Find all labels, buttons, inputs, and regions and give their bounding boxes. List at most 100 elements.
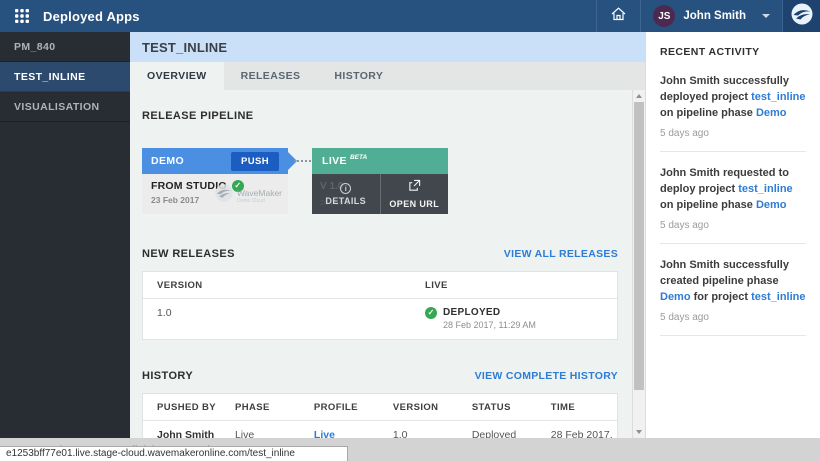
success-check-icon: ✓	[425, 307, 437, 319]
activity-timestamp: 5 days ago	[660, 220, 806, 231]
page-title: TEST_INLINE	[142, 40, 227, 55]
live-card-body: V 1.0 28 Feb 2 i DETAILS OPEN URL	[312, 174, 448, 214]
live-phase-name: LIVE	[322, 155, 347, 167]
watermark-text: WaveMaker Demo Cloud	[237, 188, 282, 204]
user-menu[interactable]: JS John Smith	[640, 0, 782, 32]
scrollbar-down-arrow[interactable]	[633, 426, 645, 438]
history-status: Deployed	[459, 429, 538, 438]
tab-releases[interactable]: RELEASES	[224, 62, 318, 90]
history-profile-link[interactable]: Live	[314, 429, 335, 438]
project-link[interactable]: test_inline	[738, 183, 792, 195]
column-profile: PROFILE	[301, 402, 380, 413]
watermark-brand: WaveMaker	[237, 188, 282, 198]
sidebar-item-test-inline[interactable]: TEST_INLINE	[0, 62, 130, 92]
activity-text-part: for project	[691, 291, 752, 303]
user-name: John Smith	[683, 10, 746, 22]
home-button[interactable]	[596, 0, 640, 32]
activity-text-part: on pipeline phase	[660, 107, 756, 119]
history-title: HISTORY	[142, 370, 193, 382]
project-link[interactable]: test_inline	[751, 91, 805, 103]
scrollbar-up-arrow[interactable]	[633, 90, 645, 102]
overview-panel: RELEASE PIPELINE DEMO PUSH FROM STUDIO ✓…	[130, 90, 632, 438]
column-time: TIME	[538, 402, 617, 413]
watermark-brand-sub: Demo Cloud	[237, 198, 282, 204]
list-item: John Smith successfully created pipeline…	[660, 244, 806, 336]
deployed-label: DEPLOYED	[443, 307, 536, 318]
list-item: John Smith requested to deploy project t…	[660, 152, 806, 244]
avatar: JS	[653, 5, 675, 27]
release-version: 1.0	[143, 307, 425, 319]
history-pushed-by: John Smith	[143, 429, 222, 438]
activity-text: John Smith successfully deployed project…	[660, 73, 806, 121]
column-pushed-by: PUSHED BY	[143, 402, 222, 413]
column-version: VERSION	[380, 402, 459, 413]
history-phase: Live	[222, 429, 301, 438]
new-releases-table: VERSION LIVE 1.0 ✓ DEPLOYED 28 Feb 2017,…	[142, 271, 618, 340]
new-releases-title: NEW RELEASES	[142, 248, 235, 260]
pipeline-cards: DEMO PUSH FROM STUDIO ✓ 23 Feb 2017	[142, 148, 618, 214]
topbar-left: Deployed Apps	[0, 8, 140, 24]
column-phase: PHASE	[222, 402, 301, 413]
activity-timestamp: 5 days ago	[660, 312, 806, 323]
release-live-status: ✓ DEPLOYED 28 Feb 2017, 11:29 AM	[425, 307, 617, 330]
tab-history[interactable]: HISTORY	[317, 62, 400, 90]
push-button[interactable]: PUSH	[231, 152, 279, 171]
column-live: LIVE	[425, 280, 617, 291]
home-icon	[610, 6, 627, 27]
beta-badge: BETA	[350, 154, 367, 161]
brand-logo	[782, 0, 820, 32]
live-phase-card: LIVEBETA V 1.0 28 Feb 2 i DETAILS	[312, 148, 448, 214]
deployed-time: 28 Feb 2017, 11:29 AM	[443, 320, 536, 330]
open-url-button[interactable]: OPEN URL	[381, 174, 449, 214]
history-time: 28 Feb 2017,	[538, 429, 617, 438]
activity-text-part: John Smith successfully created pipeline…	[660, 259, 789, 287]
activity-text-part: on pipeline phase	[660, 199, 756, 211]
details-label: DETAILS	[325, 196, 366, 206]
phase-link[interactable]: Demo	[756, 199, 787, 211]
sidebar: PM_840 TEST_INLINE VISUALISATION	[0, 32, 130, 438]
phase-link[interactable]: Demo	[756, 107, 787, 119]
chevron-down-icon	[762, 14, 770, 18]
scrollbar-thumb[interactable]	[634, 102, 644, 390]
page-title-band: TEST_INLINE	[130, 32, 645, 62]
deployed-status: ✓ DEPLOYED 28 Feb 2017, 11:29 AM	[425, 307, 617, 330]
demo-phase-card: DEMO PUSH FROM STUDIO ✓ 23 Feb 2017	[142, 148, 288, 214]
app-launcher-icon[interactable]	[14, 8, 30, 24]
wavemaker-watermark-icon	[214, 183, 234, 208]
table-row: John Smith Live Live 1.0 Deployed 28 Feb…	[143, 421, 617, 438]
main-scrollbar[interactable]	[632, 90, 645, 438]
deployed-texts: DEPLOYED 28 Feb 2017, 11:29 AM	[443, 307, 536, 330]
project-link[interactable]: test_inline	[751, 291, 805, 303]
wavemaker-logo-icon	[790, 2, 814, 31]
external-link-icon	[408, 179, 421, 197]
live-card-header: LIVEBETA	[312, 148, 448, 174]
app-title: Deployed Apps	[43, 9, 140, 24]
open-url-label: OPEN URL	[389, 199, 439, 209]
topbar-right: JS John Smith	[596, 0, 820, 32]
tab-bar: OVERVIEW RELEASES HISTORY	[130, 62, 645, 90]
new-releases-table-header: VERSION LIVE	[143, 272, 617, 299]
column-status: STATUS	[459, 402, 538, 413]
recent-activity-title: RECENT ACTIVITY	[660, 46, 806, 58]
list-item: John Smith successfully deployed project…	[660, 60, 806, 152]
demo-card-body: FROM STUDIO ✓ 23 Feb 2017	[142, 174, 288, 214]
main-content: TEST_INLINE OVERVIEW RELEASES HISTORY RE…	[130, 32, 645, 438]
column-version: VERSION	[143, 280, 425, 291]
activity-text: John Smith successfully created pipeline…	[660, 257, 806, 305]
release-pipeline-header: RELEASE PIPELINE	[142, 110, 618, 122]
details-button[interactable]: i DETAILS	[312, 174, 381, 214]
info-icon: i	[340, 183, 351, 194]
history-table-header: PUSHED BY PHASE PROFILE VERSION STATUS T…	[143, 394, 617, 421]
tab-overview[interactable]: OVERVIEW	[130, 62, 224, 90]
table-row: 1.0 ✓ DEPLOYED 28 Feb 2017, 11:29 AM	[143, 299, 617, 339]
sidebar-item-visualisation[interactable]: VISUALISATION	[0, 92, 130, 122]
view-all-releases-link[interactable]: VIEW ALL RELEASES	[504, 248, 618, 260]
browser-status-url: e1253bff77e01.live.stage-cloud.wavemaker…	[0, 446, 348, 461]
activity-text: John Smith requested to deploy project t…	[660, 165, 806, 213]
view-complete-history-link[interactable]: VIEW COMPLETE HISTORY	[475, 370, 618, 382]
new-releases-header: NEW RELEASES VIEW ALL RELEASES	[142, 248, 618, 260]
recent-activity-panel: RECENT ACTIVITY John Smith successfully …	[645, 32, 820, 438]
sidebar-item-pm-840[interactable]: PM_840	[0, 32, 130, 62]
activity-timestamp: 5 days ago	[660, 128, 806, 139]
phase-link[interactable]: Demo	[660, 291, 691, 303]
